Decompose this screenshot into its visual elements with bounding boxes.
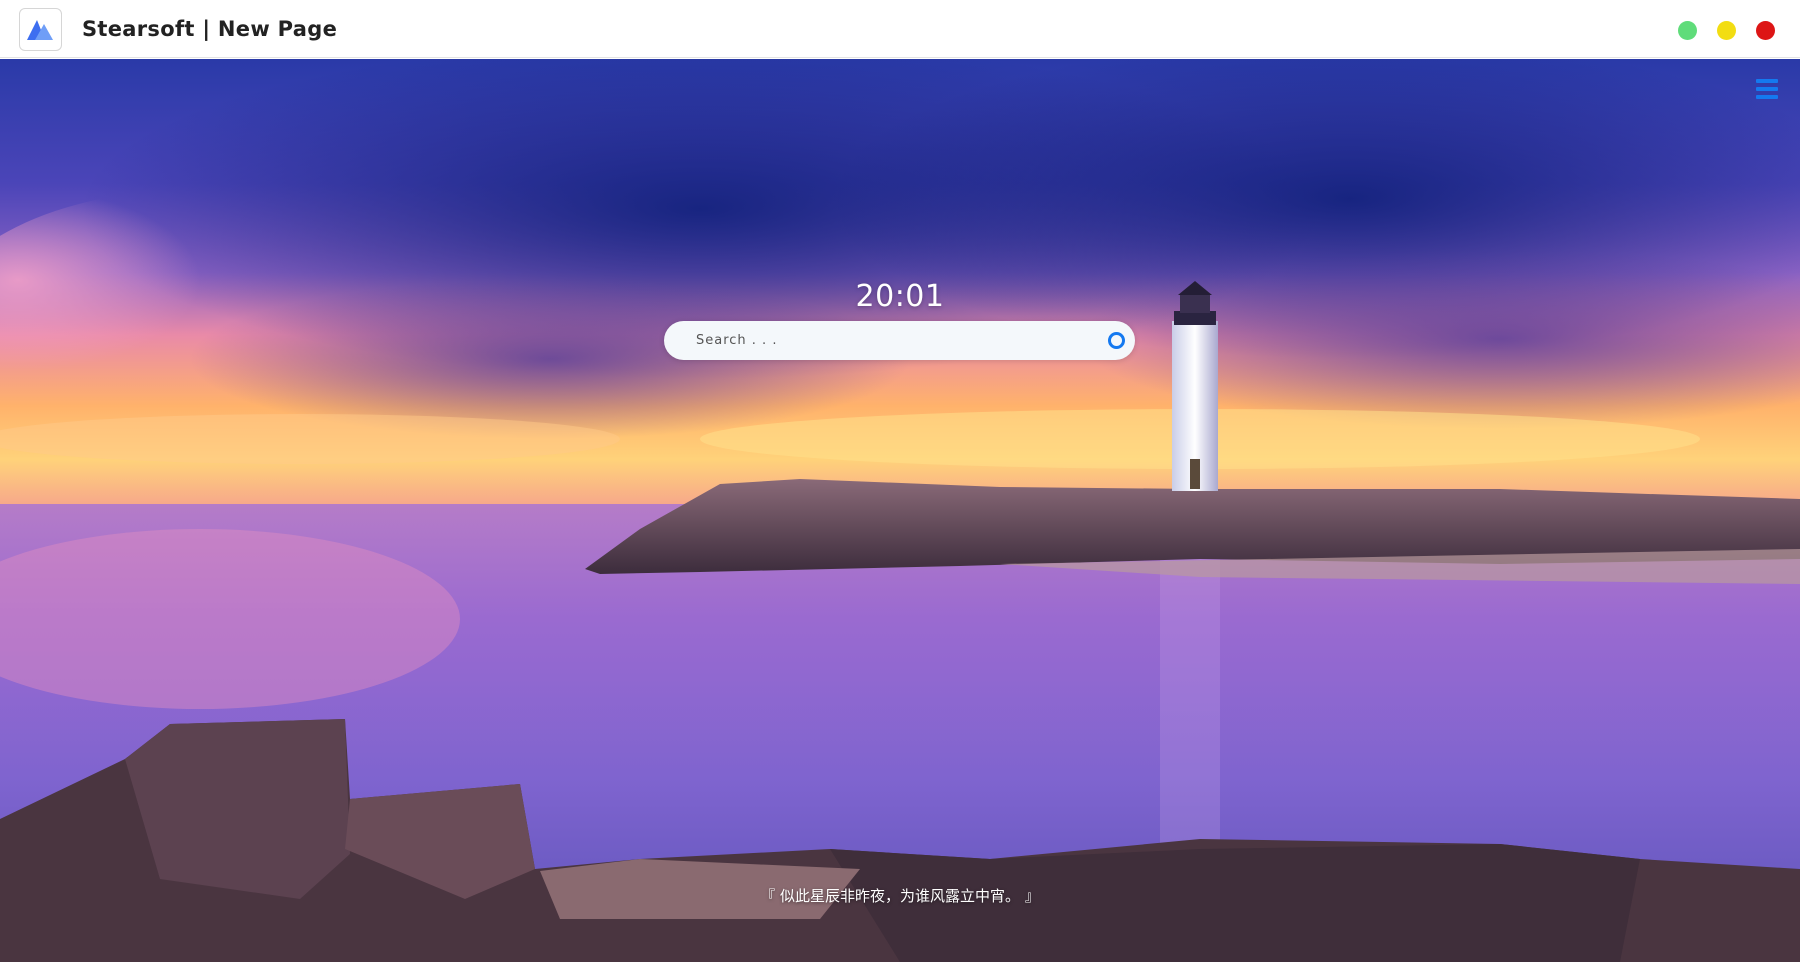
menu-button[interactable] [1756,79,1778,99]
close-button[interactable] [1756,21,1775,40]
maximize-button[interactable] [1678,21,1697,40]
background-wallpaper [0,59,1800,962]
search-input[interactable] [696,321,1096,360]
title-bar: Stearsoft | New Page [0,0,1800,58]
new-tab-page: 20:01 『 似此星辰非昨夜，为谁风露立中宵。 』 [0,59,1800,962]
minimize-button[interactable] [1717,21,1736,40]
search-bar[interactable] [664,321,1135,360]
stearsoft-logo-icon [27,20,53,40]
search-circle-icon[interactable] [1108,332,1125,349]
app-logo[interactable] [19,8,62,51]
window-title: Stearsoft | New Page [82,17,338,41]
clock: 20:01 [855,279,945,314]
quote-text: 『 似此星辰非昨夜，为谁风露立中宵。 』 [760,887,1040,905]
hamburger-menu-icon [1756,79,1778,83]
